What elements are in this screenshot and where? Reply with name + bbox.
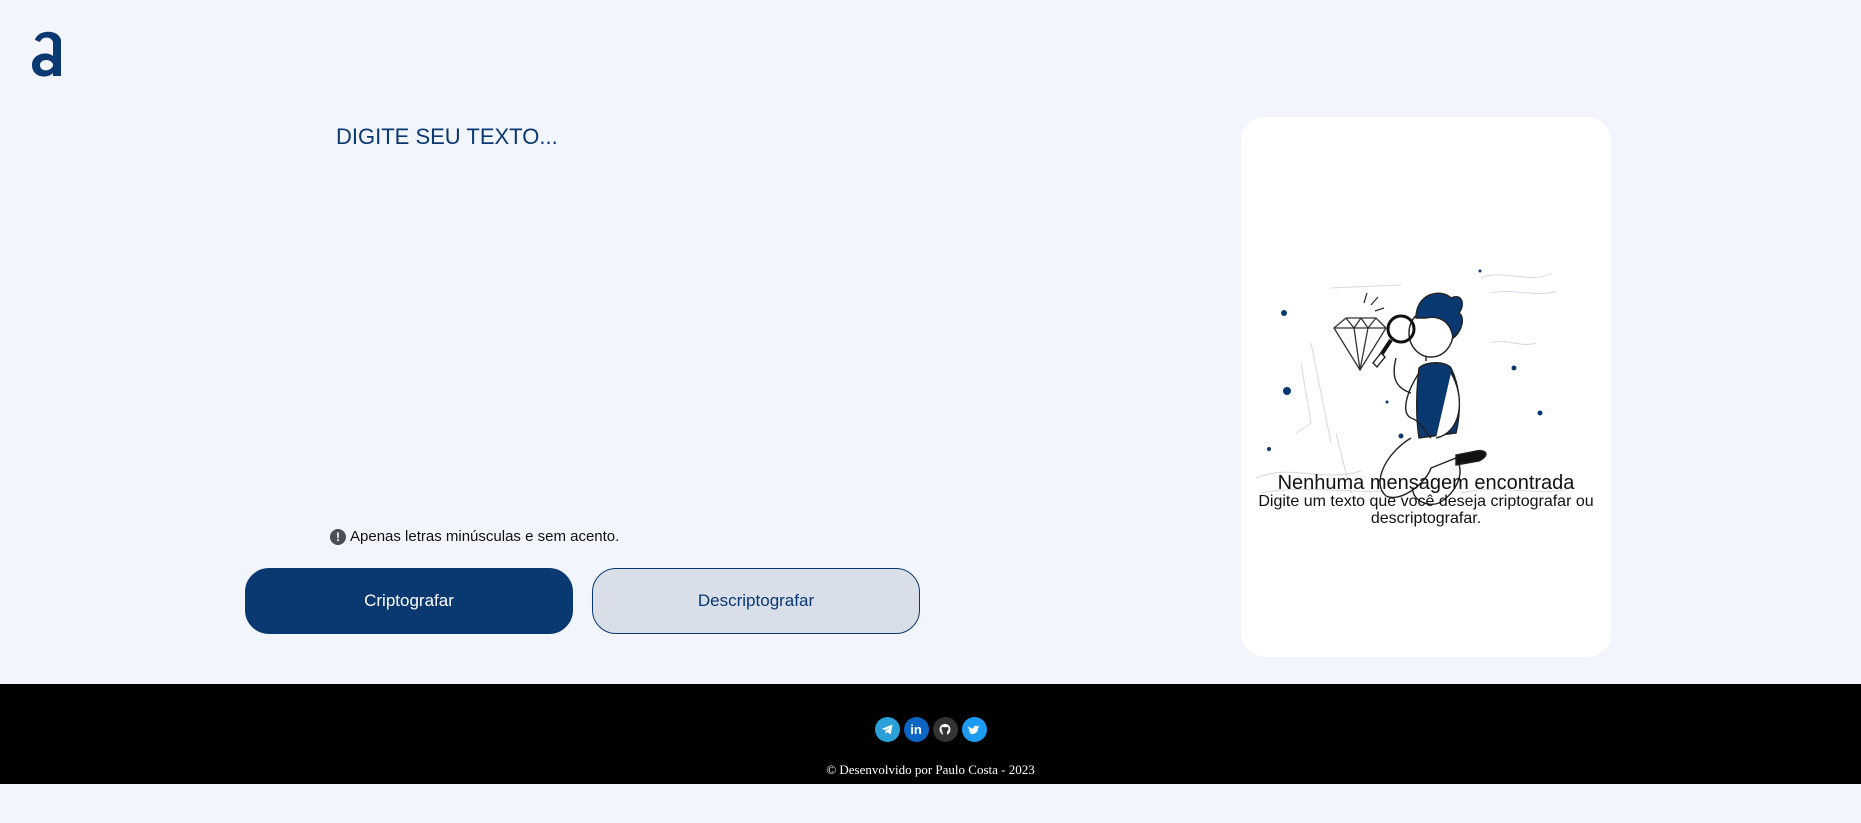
empty-state-title: Nenhuma mensagem encontrada [1277,472,1575,494]
output-panel: Nenhuma mensagem encontrada Digite um te… [1241,117,1611,657]
telegram-icon[interactable] [874,717,900,742]
linkedin-icon[interactable]: in [903,717,929,742]
empty-state-subtitle: Digite um texto que você deseja criptogr… [1258,493,1594,527]
github-icon[interactable] [932,717,958,742]
input-hint: ! Apenas letras minúsculas e sem acento. [330,528,619,545]
twitter-icon[interactable] [961,717,987,742]
hint-text: Apenas letras minúsculas e sem acento. [350,528,620,545]
alura-a-logo-icon[interactable] [28,26,66,80]
encrypt-button[interactable]: Criptografar [245,568,573,634]
social-links: in [0,717,1861,742]
decrypt-button[interactable]: Descriptografar [592,568,920,634]
exclamation-icon: ! [330,528,346,545]
copyright-text: © Desenvolvido por Paulo Costa - 2023 [826,762,1035,777]
message-input[interactable] [330,118,890,498]
footer: in © Desenvolvido por Paulo Costa - 2023 [0,684,1861,784]
